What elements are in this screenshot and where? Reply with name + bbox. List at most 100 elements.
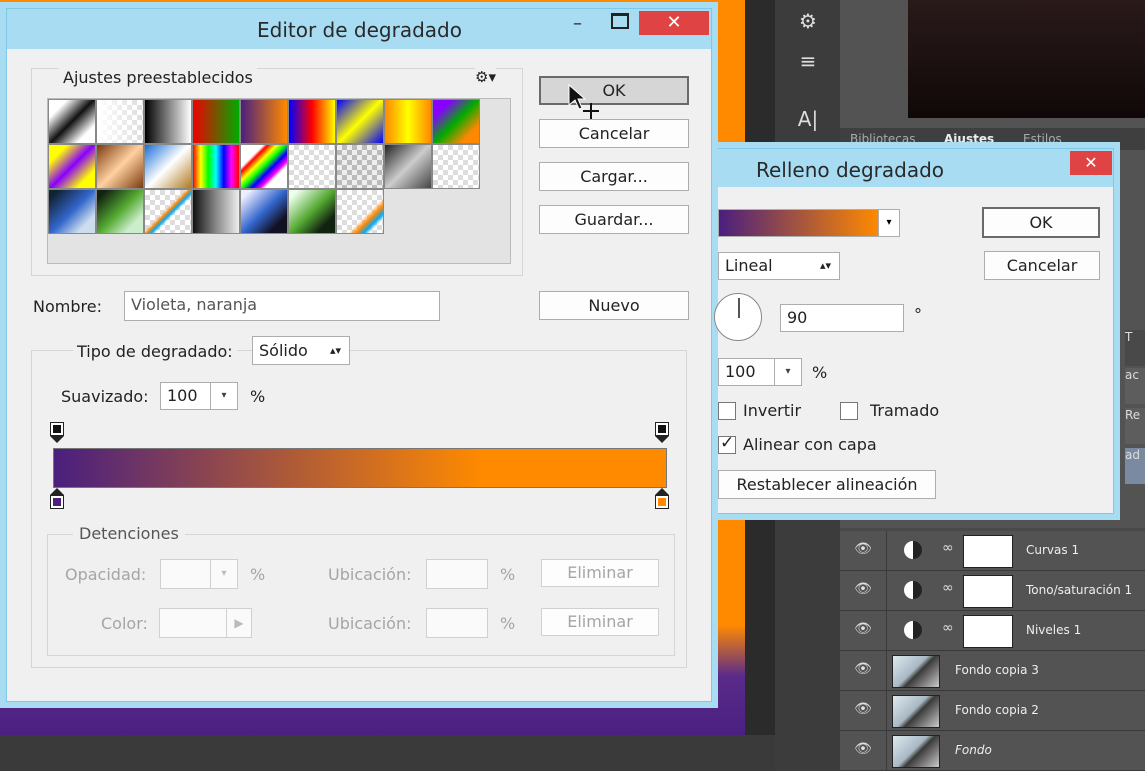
preset-swatch-blue-steel[interactable] [48, 189, 96, 234]
new-button[interactable]: Nuevo [539, 291, 689, 320]
layer-name: Fondo copia 3 [955, 663, 1039, 677]
load-button[interactable]: Cargar... [539, 162, 689, 191]
align-checkbox[interactable]: ✓ [718, 433, 736, 454]
dropdown-arrow-icon[interactable]: ▾ [210, 383, 237, 409]
preset-swatch-trans-rainbow[interactable] [288, 144, 336, 189]
preset-swatch-dark-metal[interactable] [192, 189, 240, 234]
preset-swatch-trans-rainbow2[interactable] [336, 189, 384, 234]
preset-swatch-checker-trans[interactable] [336, 144, 384, 189]
reset-alignment-button[interactable]: Restablecer alineación [718, 470, 936, 499]
dither-checkbox[interactable] [840, 402, 858, 420]
gear-icon[interactable]: ⚙▾ [475, 68, 496, 86]
mouse-cursor-icon [568, 83, 599, 119]
tab-ajustes[interactable]: Ajustes [944, 132, 994, 146]
side-strip-re: Re [1125, 408, 1145, 444]
cancel-button[interactable]: Cancelar [984, 251, 1100, 280]
preset-swatch-blue-dark[interactable] [240, 189, 288, 234]
color-picker-field[interactable] [908, 0, 1145, 118]
color-stop-left[interactable] [50, 488, 64, 510]
presets-label: Ajustes preestablecidos [59, 68, 257, 87]
scale-input[interactable]: 100 ▾ [718, 358, 802, 386]
preset-swatch-trans-stripes[interactable] [144, 189, 192, 234]
preset-swatch-violet-green-orange[interactable] [432, 99, 480, 144]
layer-mask-thumb[interactable] [963, 535, 1013, 568]
gradient-type-select[interactable]: Sólido ▴▾ [252, 336, 350, 365]
layer-mask-thumb[interactable] [963, 615, 1013, 648]
angle-input[interactable]: 90 [780, 304, 904, 332]
layer-row[interactable]: 👁 ∞ Tono/saturación 1 [840, 571, 1145, 611]
tab-estilos[interactable]: Estilos [1023, 132, 1062, 146]
chain-link-icon[interactable]: ∞ [942, 580, 954, 596]
opacity-stop-right[interactable] [655, 422, 669, 444]
reverse-checkbox[interactable] [718, 402, 736, 420]
eye-icon[interactable]: 👁 [852, 701, 874, 719]
close-button[interactable]: ✕ [639, 11, 709, 35]
dialog-titlebar[interactable]: Editor de degradado – ✕ [7, 9, 711, 49]
ok-button[interactable]: OK [539, 76, 689, 105]
dropdown-arrow-icon[interactable]: ▾ [878, 210, 899, 236]
opacity-location-percent: % [500, 565, 516, 584]
gradient-picker[interactable]: ▾ [718, 209, 900, 237]
eye-icon[interactable]: 👁 [852, 661, 874, 679]
preset-swatch-copper[interactable] [96, 144, 144, 189]
stops-label: Detenciones [73, 524, 185, 543]
preset-swatch-orange-yellow[interactable] [384, 99, 432, 144]
chain-link-icon[interactable]: ∞ [942, 620, 954, 636]
preset-swatch-checker-trans2[interactable] [432, 144, 480, 189]
dropdown-arrow-icon: ▾ [210, 560, 237, 588]
color-stop-right[interactable] [655, 488, 669, 510]
preset-swatch-green-dark[interactable] [288, 189, 336, 234]
preset-swatch-rainbow-diag[interactable] [240, 144, 288, 189]
layer-mask-thumb[interactable] [963, 575, 1013, 608]
preset-swatch-red-green[interactable] [192, 99, 240, 144]
layer-row[interactable]: 👁 Fondo copia 2 [840, 691, 1145, 731]
type-tool-icon[interactable]: A| [793, 104, 823, 134]
eye-icon[interactable]: 👁 [852, 621, 874, 639]
layer-row[interactable]: 👁 ∞ Niveles 1 [840, 611, 1145, 651]
preset-swatch-chrome[interactable] [144, 144, 192, 189]
cancel-button[interactable]: Cancelar [539, 119, 689, 148]
panel-tab-bar: Bibliotecas Ajustes Estilos [840, 128, 1145, 150]
preset-swatch-yellow-violet[interactable] [48, 144, 96, 189]
preset-swatch-green[interactable] [96, 189, 144, 234]
preset-swatch-blue-red-yellow[interactable] [288, 99, 336, 144]
layer-row[interactable]: 👁 Fondo [840, 731, 1145, 771]
close-button[interactable]: ✕ [1070, 151, 1112, 175]
layer-name: Fondo copia 2 [955, 703, 1039, 717]
preset-swatch-black-white[interactable] [144, 99, 192, 144]
layer-thumbnail [892, 655, 940, 688]
delete-opacity-stop-button: Eliminar [541, 559, 659, 587]
workspace-background [0, 735, 840, 771]
maximize-icon[interactable] [611, 13, 629, 29]
opacity-stop-left[interactable] [50, 422, 64, 444]
preset-swatch-spectrum[interactable] [192, 144, 240, 189]
puppet-warp-icon[interactable]: ⚙ [793, 6, 823, 36]
angle-dial[interactable] [714, 293, 762, 341]
preset-swatch-trans-white[interactable] [96, 99, 144, 144]
checkmark-icon: ✓ [720, 433, 735, 453]
dialog-titlebar[interactable]: Relleno degradado ✕ [718, 149, 1113, 187]
dropdown-arrow-icon[interactable]: ▾ [774, 359, 801, 385]
ok-button[interactable]: OK [982, 207, 1100, 238]
eye-icon[interactable]: 👁 [852, 741, 874, 759]
smoothness-input[interactable]: 100 ▾ [160, 382, 238, 410]
adjustment-icon [904, 621, 922, 639]
minimize-icon[interactable]: – [573, 13, 582, 34]
save-button[interactable]: Guardar... [539, 205, 689, 234]
gradient-type-value: Sólido [259, 341, 308, 360]
eye-icon[interactable]: 👁 [852, 541, 874, 559]
preset-swatch-blue-yellow-blue[interactable] [336, 99, 384, 144]
tab-bibliotecas[interactable]: Bibliotecas [850, 132, 915, 146]
gradient-name-input[interactable]: Violeta, naranja [124, 291, 440, 321]
style-select[interactable]: Lineal ▴▾ [718, 252, 840, 280]
preset-swatch-metal[interactable] [384, 144, 432, 189]
preset-swatch-bw-diag[interactable] [48, 99, 96, 144]
brush-settings-icon[interactable]: ≡ [793, 46, 823, 76]
preset-swatch-violet-orange[interactable] [240, 99, 288, 144]
eye-icon[interactable]: 👁 [852, 581, 874, 599]
gradient-preview-bar[interactable] [53, 448, 667, 488]
layer-row[interactable]: 👁 ∞ Curvas 1 [840, 531, 1145, 571]
layer-row[interactable]: 👁 Fondo copia 3 [840, 651, 1145, 691]
chain-link-icon[interactable]: ∞ [942, 540, 954, 556]
style-value: Lineal [725, 256, 773, 275]
